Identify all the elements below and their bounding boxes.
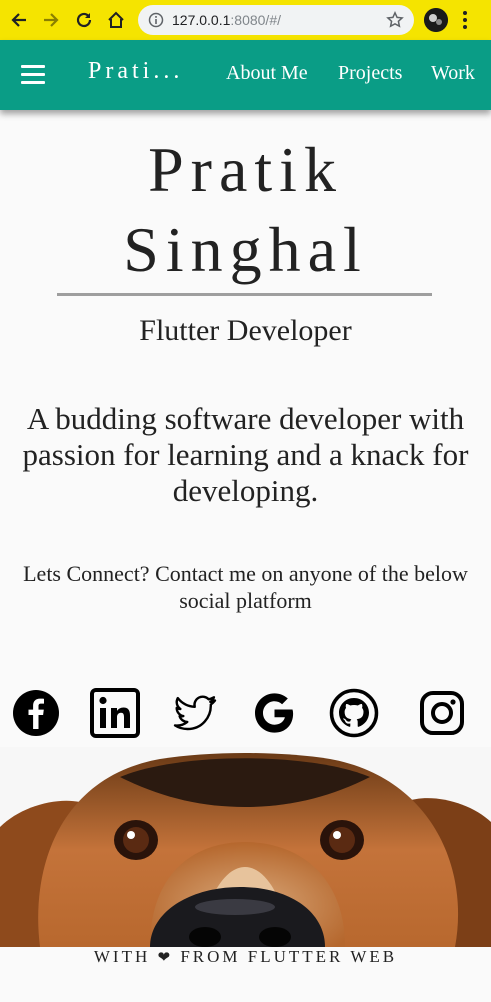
nav-work[interactable]: Work <box>431 62 475 85</box>
instagram-icon[interactable] <box>417 688 467 738</box>
home-icon[interactable] <box>105 9 127 31</box>
connect-text: Lets Connect? Contact me on anyone of th… <box>23 561 468 613</box>
bookmark-star-icon[interactable] <box>386 11 404 29</box>
name-first: Pratik <box>148 134 343 205</box>
footer-credit: WITH ❤ FROM FLUTTER WEB <box>0 947 491 967</box>
heart-icon: ❤ <box>157 948 174 966</box>
linkedin-icon[interactable] <box>90 688 140 738</box>
role-subtitle: Flutter Developer <box>139 314 352 347</box>
footer-text-before: WITH <box>93 947 151 966</box>
brand-title[interactable]: Prati... <box>88 58 183 85</box>
url-path: :8080/#/ <box>230 12 281 28</box>
footer-text-after: FROM FLUTTER WEB <box>180 947 398 966</box>
menu-icon[interactable] <box>21 65 45 85</box>
info-icon[interactable] <box>148 12 164 28</box>
name-divider <box>57 293 432 296</box>
profile-avatar[interactable] <box>424 8 448 32</box>
facebook-icon[interactable] <box>11 688 61 738</box>
twitter-icon[interactable] <box>170 688 220 738</box>
browser-toolbar: 127.0.0.1:8080/#/ <box>0 0 491 40</box>
app-bar: Prati... About Me Projects Work <box>0 40 491 110</box>
reload-icon[interactable] <box>73 9 95 31</box>
url-host: 127.0.0.1 <box>172 12 231 28</box>
dog-photo <box>0 747 491 947</box>
google-icon[interactable] <box>249 688 299 738</box>
nav-projects[interactable]: Projects <box>338 62 402 85</box>
name-last: Singhal <box>123 214 368 285</box>
nav-about-me[interactable]: About Me <box>226 62 308 85</box>
address-bar[interactable]: 127.0.0.1:8080/#/ <box>138 5 414 35</box>
back-icon[interactable] <box>8 9 30 31</box>
forward-icon[interactable] <box>40 9 62 31</box>
browser-menu-icon[interactable] <box>462 10 468 35</box>
github-icon[interactable] <box>329 688 379 738</box>
tagline: A budding software developer with passio… <box>22 401 469 508</box>
